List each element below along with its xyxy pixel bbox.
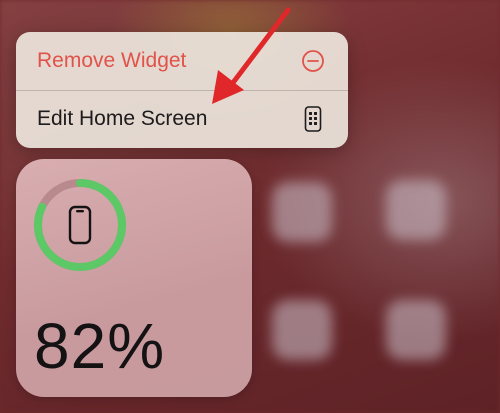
battery-level-ring: [34, 179, 126, 271]
edit-home-screen-label: Edit Home Screen: [37, 107, 208, 130]
blurred-app-icon: [272, 182, 332, 242]
remove-widget-label: Remove Widget: [37, 49, 187, 72]
blurred-app-icon: [386, 180, 446, 240]
battery-widget[interactable]: 82%: [16, 159, 252, 397]
blurred-app-icon: [386, 300, 446, 360]
remove-widget-menu-item[interactable]: Remove Widget: [16, 32, 348, 90]
iphone-icon: [68, 205, 92, 245]
minus-circle-icon: [300, 48, 326, 74]
phone-grid-icon: [300, 106, 326, 132]
blurred-app-icon: [272, 300, 332, 360]
battery-percentage: 82%: [34, 310, 166, 382]
edit-home-screen-menu-item[interactable]: Edit Home Screen: [16, 90, 348, 148]
widget-context-menu: Remove Widget Edit Home Screen: [16, 32, 348, 148]
